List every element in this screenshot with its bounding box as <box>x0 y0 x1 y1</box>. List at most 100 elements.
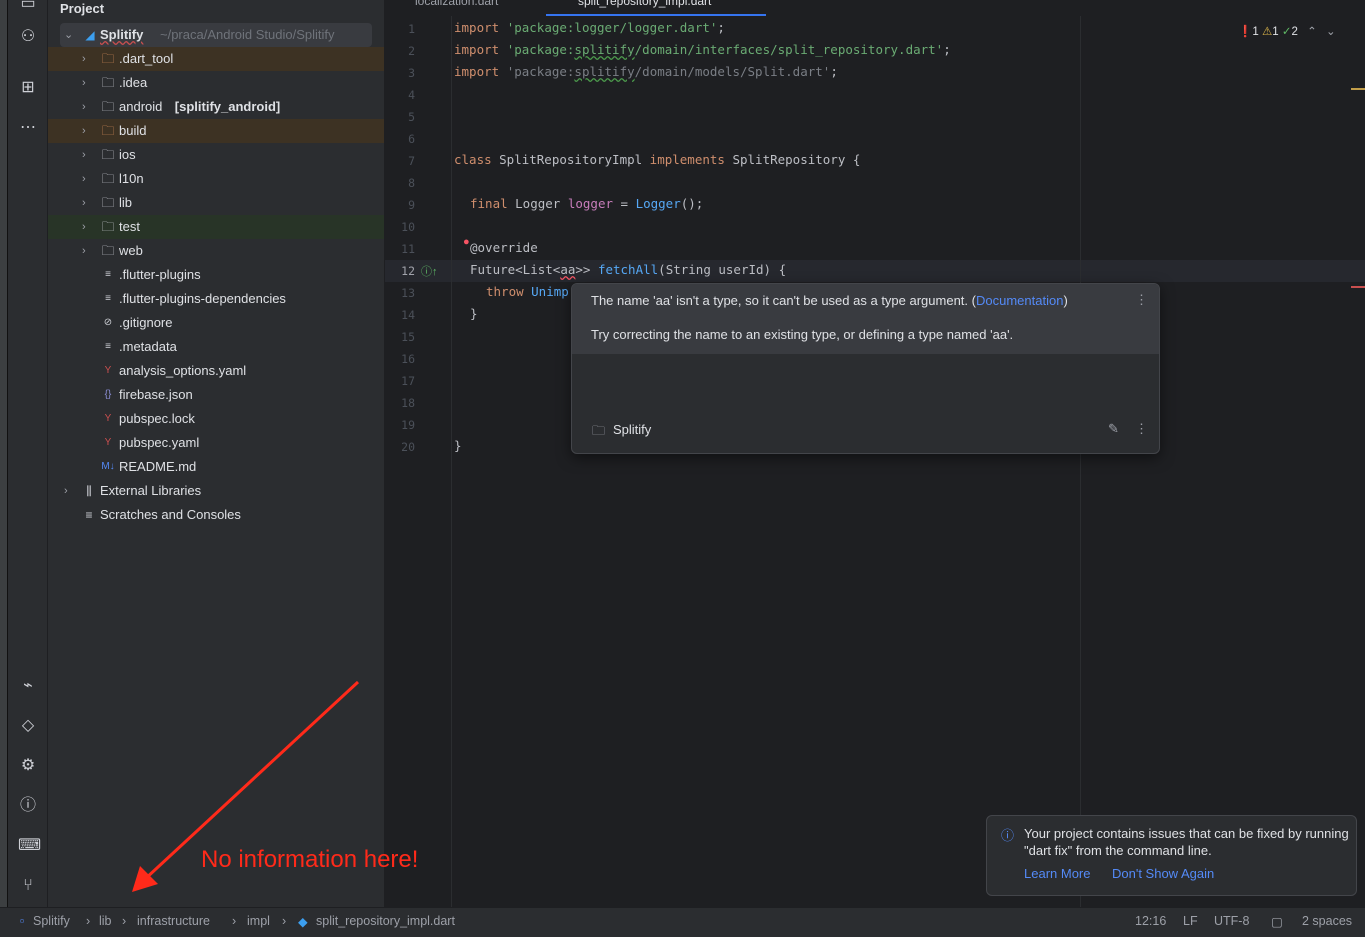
inspection-widget[interactable]: ❗1 ⚠1 ✓2 ⌃ ⌄ <box>1238 24 1336 38</box>
chevron-right-icon[interactable]: › <box>82 95 86 119</box>
tree-item[interactable]: › 🗀 .dart_tool <box>48 47 384 71</box>
error-marker-icon[interactable]: ● <box>463 236 470 248</box>
panel-title[interactable]: Project <box>60 1 104 17</box>
chevron-right-icon[interactable]: › <box>82 47 86 71</box>
more-tools-icon[interactable]: ⋯ <box>18 118 38 138</box>
project-name: Splitify <box>613 422 652 437</box>
readonly-toggle-icon[interactable]: ▢ <box>1271 914 1283 929</box>
line-number: 19 <box>401 418 415 432</box>
cursor-position[interactable]: 12:16 <box>1135 914 1166 928</box>
flutter-inspector-icon[interactable]: ⌁ <box>18 676 38 696</box>
tree-root-splitify[interactable]: ⌄ ◢ Splitify ~/praca/Android Studio/Spli… <box>60 23 372 47</box>
chevron-right-icon[interactable]: › <box>82 239 86 263</box>
tree-item-label: firebase.json <box>119 387 193 402</box>
terminal-icon[interactable]: ⌨ <box>18 836 41 856</box>
breadcrumb-infrastructure[interactable]: infrastructure <box>137 914 210 928</box>
code-editor[interactable]: 1 2 3 4 5 6 7 8 9 10 11 12 13 14 15 16 17 18 19 20 import '… <box>385 16 1365 907</box>
tree-item[interactable]: M↓ README.md <box>48 455 384 479</box>
tree-item[interactable]: ≡ Scratches and Consoles <box>48 503 384 527</box>
tree-item[interactable]: Ypubspec.yaml <box>48 431 384 455</box>
tab-localization[interactable]: localization.dart <box>415 0 498 8</box>
structure-icon[interactable]: ⊞ <box>18 78 38 98</box>
warning-stripe[interactable] <box>1351 88 1365 90</box>
info-icon: ⓘ <box>1001 828 1015 843</box>
error-stripe[interactable] <box>1351 286 1365 288</box>
tree-item-label: build <box>119 123 147 138</box>
line-number: 2 <box>408 44 415 58</box>
line-number: 14 <box>401 308 415 322</box>
tree-item[interactable]: › 🗀 build <box>48 119 384 143</box>
code-line-12: Future<List<aa>> fetchAll(String userId)… <box>470 262 787 277</box>
library-icon: ⫼ <box>86 484 92 498</box>
code-line-20: } <box>454 438 462 453</box>
tree-item-label: android <box>119 99 163 114</box>
more-options-icon[interactable]: ⋮ <box>1135 292 1148 308</box>
yaml-file-icon: Y <box>104 437 112 448</box>
ignore-file-icon: ⊘ <box>103 317 113 328</box>
chevron-right-icon[interactable]: › <box>82 215 86 239</box>
project-icon[interactable]: ▭ <box>18 0 38 14</box>
tree-item[interactable]: {} firebase.json <box>48 383 384 407</box>
chevron-right-icon[interactable]: › <box>82 71 86 95</box>
problems-icon[interactable]: ⓘ <box>18 796 38 816</box>
learn-more-link[interactable]: Learn More <box>1024 866 1090 881</box>
code-line-1: import 'package:logger/logger.dart'; <box>454 20 725 35</box>
tree-item[interactable]: › ⫼ External Libraries <box>48 479 384 503</box>
code-line-13: throw Unimp <box>486 284 569 299</box>
tree-item-label: pubspec.yaml <box>119 435 200 450</box>
annotation-text: No information here! <box>201 846 419 873</box>
tree-item[interactable]: ≡ .flutter-plugins <box>48 263 384 287</box>
chevron-right-icon[interactable]: › <box>64 479 68 503</box>
code-line-14: } <box>470 306 478 321</box>
gem-icon[interactable]: ◇ <box>18 716 38 736</box>
indent-setting[interactable]: 2 spaces <box>1302 914 1352 928</box>
tree-item[interactable]: ⊘ .gitignore <box>48 311 384 335</box>
tree-item[interactable]: ≡ .metadata <box>48 335 384 359</box>
breadcrumb-file[interactable]: split_repository_impl.dart <box>316 914 455 928</box>
resource-manager-icon[interactable]: ⚇ <box>18 27 38 47</box>
chevron-right-icon[interactable]: › <box>82 119 86 143</box>
line-separator[interactable]: LF <box>1183 914 1198 928</box>
tree-item[interactable]: Yanalysis_options.yaml <box>48 359 384 383</box>
tree-item[interactable]: › 🗀 l10n <box>48 167 384 191</box>
chevron-right-icon[interactable]: › <box>82 191 86 215</box>
dart-file-icon: ◆ <box>298 915 308 929</box>
tree-item-label: .flutter-plugins-dependencies <box>119 291 286 306</box>
status-bar: ▫ Splitify › lib › infrastructure › impl… <box>0 907 1365 937</box>
edit-icon[interactable]: ✎ <box>1108 421 1119 437</box>
tree-item[interactable]: › 🗀 android [splitify_android] <box>48 95 384 119</box>
text-file-icon: ≡ <box>105 293 111 304</box>
breadcrumb-separator-icon: › <box>232 914 237 928</box>
next-highlight-icon[interactable]: ⌄ <box>1326 26 1336 38</box>
tab-split-repository-impl[interactable]: split_repository_impl.dart <box>578 0 711 8</box>
tree-item[interactable]: › 🗀 web <box>48 239 384 263</box>
tree-item[interactable]: › 🗀 test <box>48 215 384 239</box>
line-number: 18 <box>401 396 415 410</box>
tree-item-label: .dart_tool <box>119 51 174 66</box>
breadcrumb-impl[interactable]: impl <box>247 914 270 928</box>
documentation-link[interactable]: Documentation <box>976 293 1063 308</box>
more-options-icon[interactable]: ⋮ <box>1135 421 1148 437</box>
tree-item[interactable]: Ypubspec.lock <box>48 407 384 431</box>
implements-gutter-icon[interactable]: ⓘ↑ <box>421 263 438 279</box>
tree-item-label: web <box>119 243 143 258</box>
file-encoding[interactable]: UTF-8 <box>1214 914 1249 928</box>
breadcrumb-lib[interactable]: lib <box>99 914 112 928</box>
code-line-2: import 'package:splitify/domain/interfac… <box>454 42 951 57</box>
background-window-edge <box>0 0 8 937</box>
tree-item[interactable]: ≡ .flutter-plugins-dependencies <box>48 287 384 311</box>
breadcrumb-separator-icon: › <box>282 914 287 928</box>
git-icon[interactable]: ⑂ <box>18 876 38 896</box>
dont-show-again-link[interactable]: Don't Show Again <box>1112 866 1214 881</box>
chevron-down-icon[interactable]: ⌄ <box>64 23 73 47</box>
previous-highlight-icon[interactable]: ⌃ <box>1307 26 1317 38</box>
code-line-3: import 'package:splitify/domain/models/S… <box>454 64 838 79</box>
chevron-right-icon[interactable]: › <box>82 143 86 167</box>
breadcrumb-splitify[interactable]: Splitify <box>33 914 70 928</box>
device-icon[interactable]: ⚙ <box>18 756 38 776</box>
tree-item[interactable]: › 🗀 .idea <box>48 71 384 95</box>
tree-item[interactable]: › 🗀 ios <box>48 143 384 167</box>
tree-item[interactable]: › 🗀 lib <box>48 191 384 215</box>
chevron-right-icon[interactable]: › <box>82 167 86 191</box>
tree-item-label: lib <box>119 195 133 210</box>
